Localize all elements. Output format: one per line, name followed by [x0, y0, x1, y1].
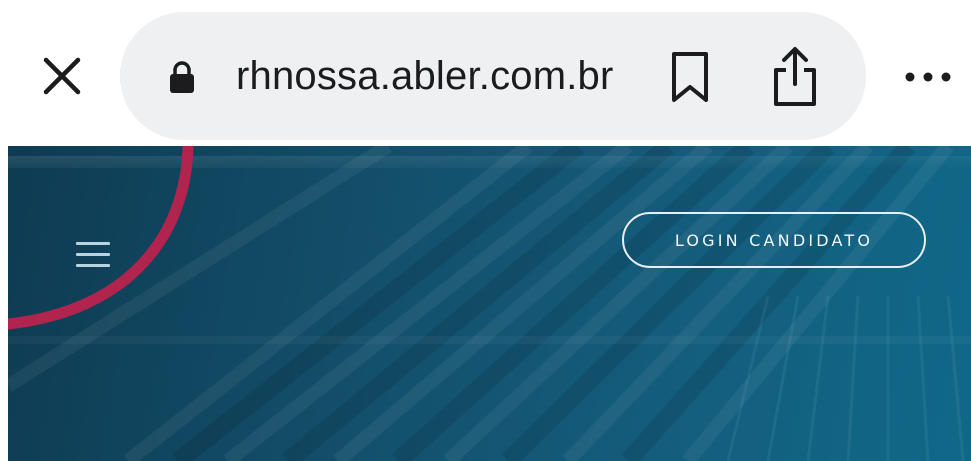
more-icon[interactable] [900, 62, 960, 92]
hamburger-menu-icon[interactable] [76, 242, 110, 274]
lock-icon [170, 61, 194, 93]
login-candidato-button[interactable]: LOGIN CANDIDATO [622, 212, 926, 268]
close-button[interactable] [34, 48, 90, 104]
browser-toolbar: rhnossa.abler.com.br [0, 0, 971, 146]
close-icon [43, 57, 81, 95]
url-text[interactable]: rhnossa.abler.com.br [236, 52, 614, 100]
hero-background-graphic [8, 146, 971, 461]
bookmark-icon[interactable] [668, 50, 712, 104]
hero-banner: LOGIN CANDIDATO [8, 146, 971, 461]
address-bar[interactable]: rhnossa.abler.com.br [120, 12, 866, 140]
share-icon[interactable] [770, 46, 820, 108]
